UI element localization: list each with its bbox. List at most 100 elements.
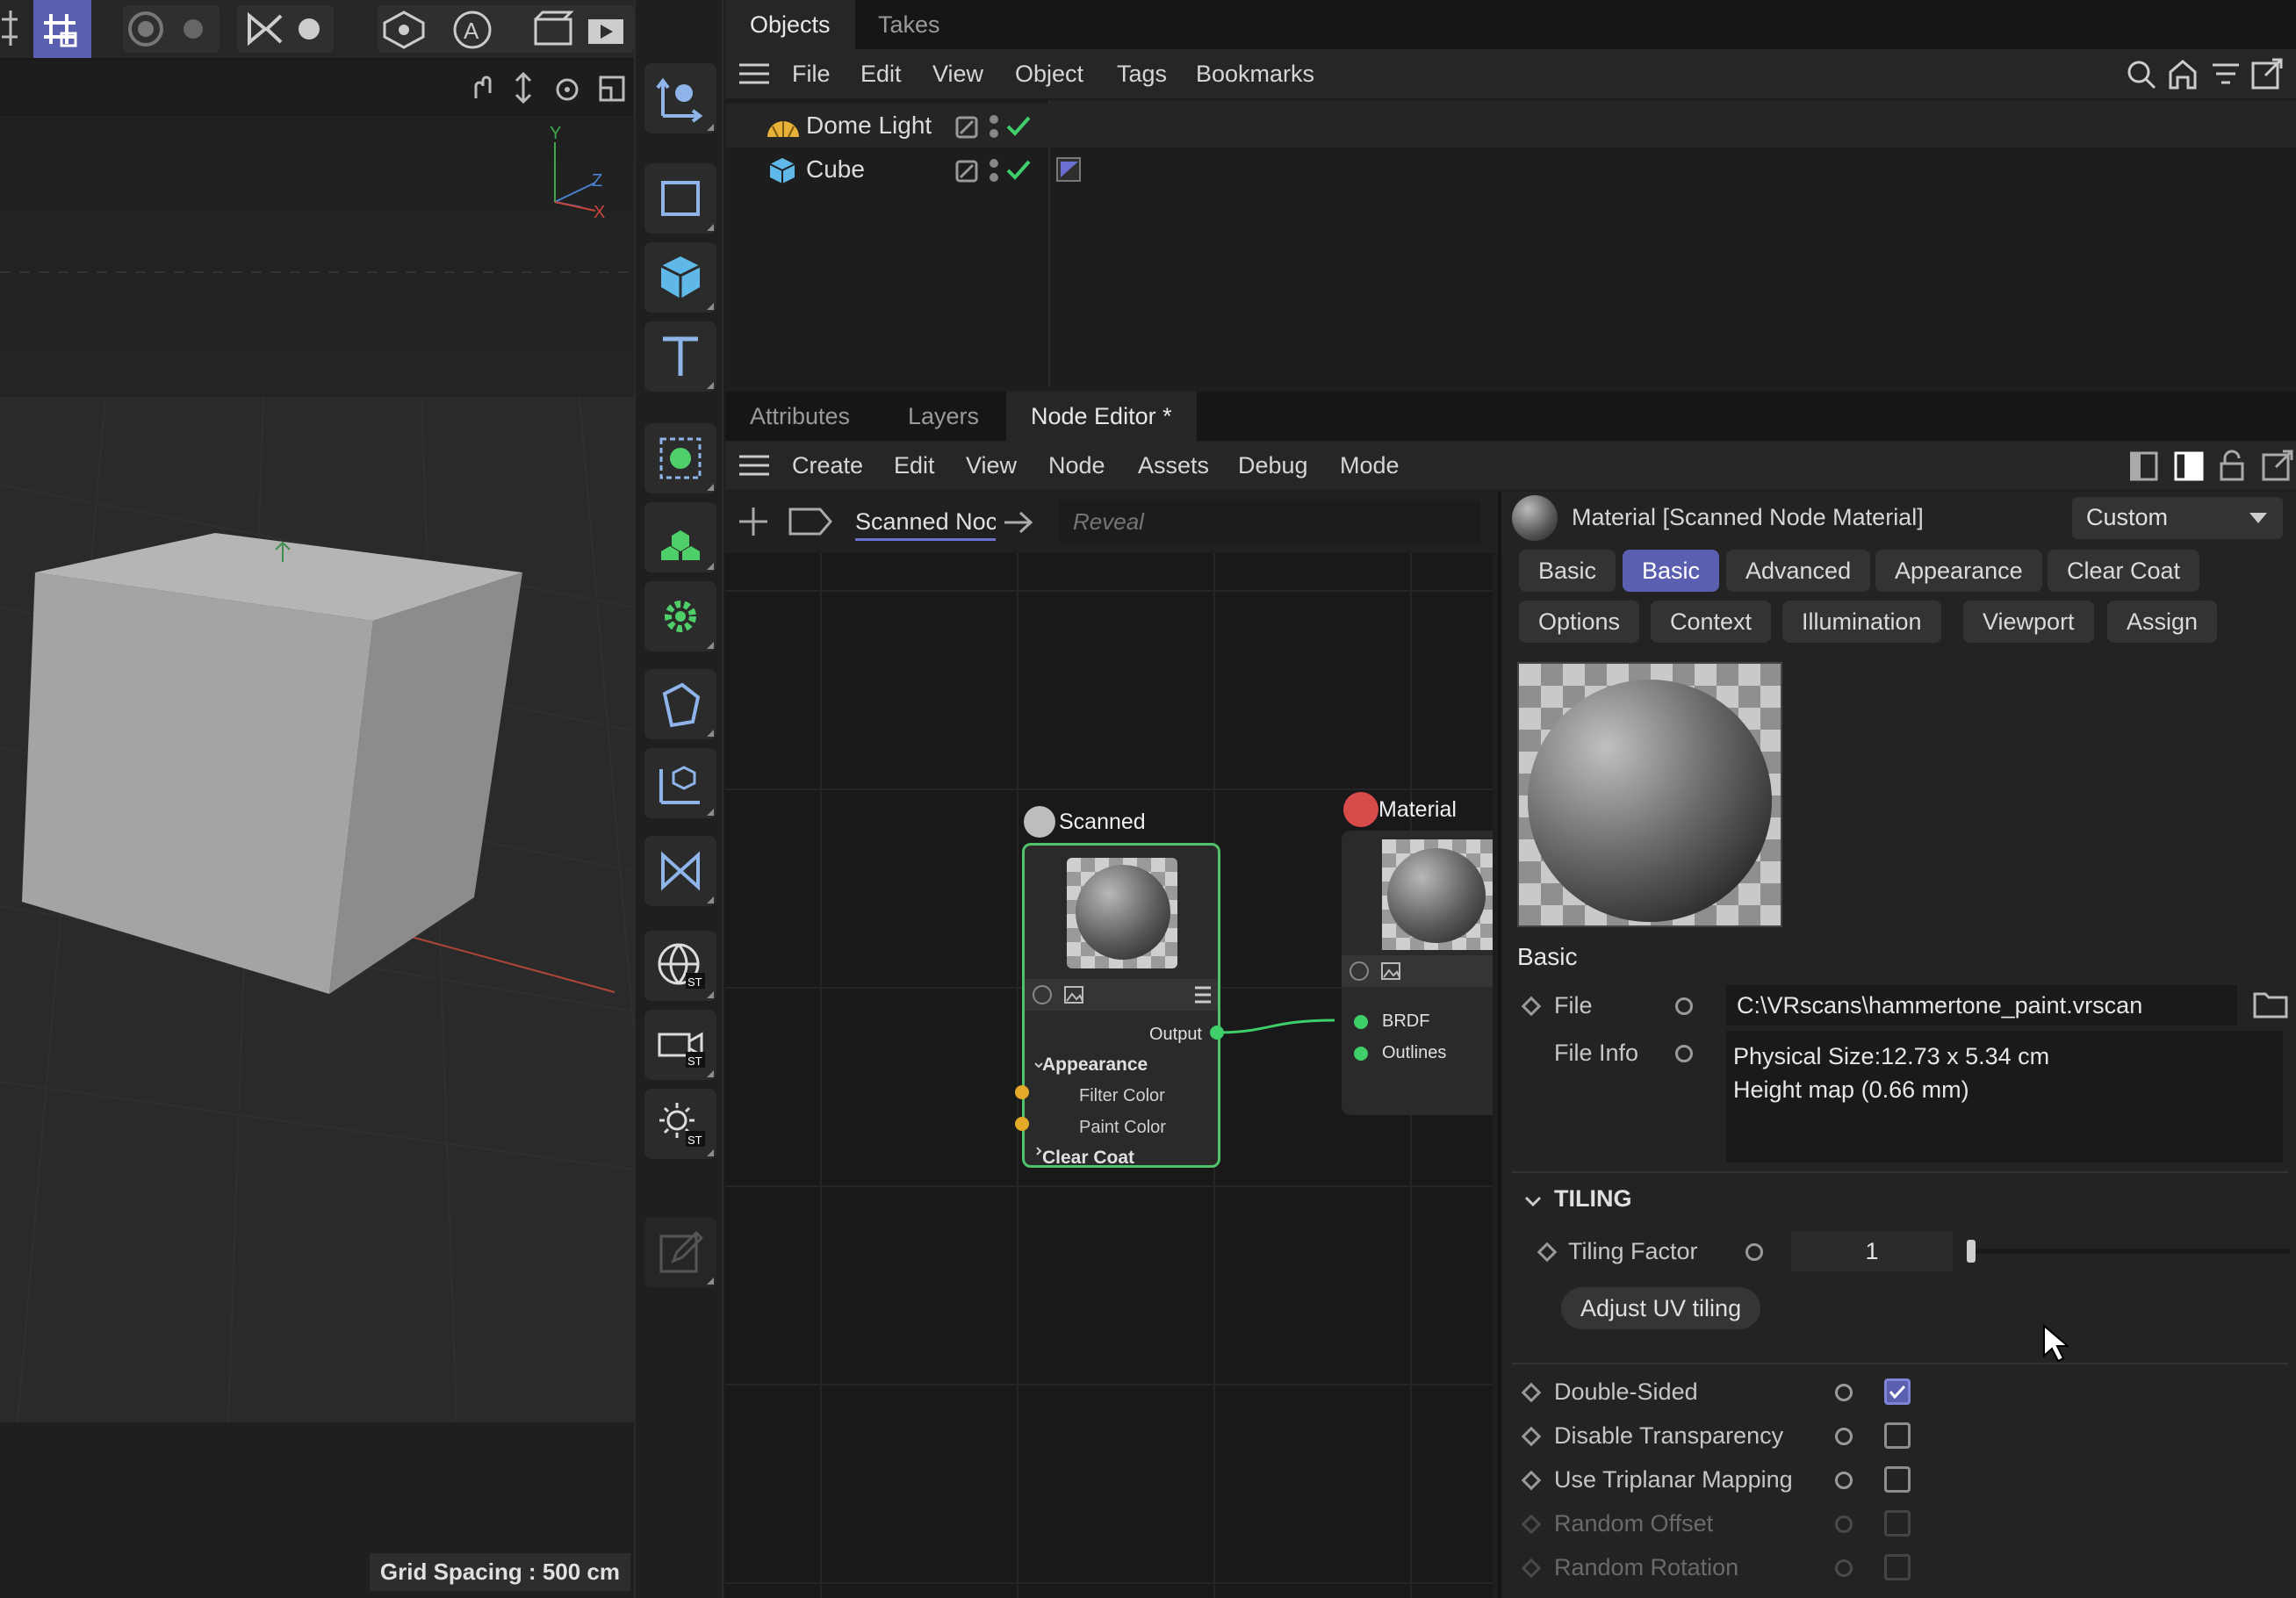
rectangle-tool-button[interactable] <box>644 163 716 234</box>
cloner-tool-button[interactable] <box>644 502 716 572</box>
node-graph-canvas[interactable]: Output Appearance Filter Color Paint Col… <box>725 553 1493 1598</box>
menu-tags[interactable]: Tags <box>1117 49 1167 98</box>
tab-options[interactable]: Options <box>1519 601 1640 643</box>
clear-coat-group-label[interactable]: Clear Coat <box>1042 1148 1134 1169</box>
menu-debug[interactable]: Debug <box>1238 441 1308 490</box>
object-row-dome-light[interactable]: Dome Light <box>725 104 2296 148</box>
workplane-button-group[interactable]: A <box>378 5 536 53</box>
viewport-nav-icons[interactable] <box>464 70 630 105</box>
viewport[interactable]: A Y Z X Grid Spacing: 500 cm <box>0 0 634 1598</box>
object-visibility-controls[interactable] <box>950 153 1038 188</box>
text-tool-button[interactable] <box>644 321 716 392</box>
tab-basic-1[interactable]: Basic <box>1519 550 1616 592</box>
triplanar-override-ring[interactable] <box>1835 1472 1853 1489</box>
file-info-override-ring[interactable] <box>1675 1045 1693 1062</box>
tiling-slider-handle[interactable] <box>1967 1240 1976 1263</box>
double-sided-animate-diamond[interactable] <box>1521 1382 1542 1403</box>
tab-appearance[interactable]: Appearance <box>1875 550 2042 592</box>
triplanar-animate-diamond[interactable] <box>1521 1470 1542 1491</box>
cube-tool-button[interactable] <box>644 242 716 313</box>
brdf-port[interactable] <box>1354 1015 1368 1029</box>
tab-assign[interactable]: Assign <box>2107 601 2218 643</box>
menu-file[interactable]: File <box>792 49 831 98</box>
filter-color-port[interactable] <box>1015 1085 1029 1099</box>
menu-create[interactable]: Create <box>792 441 863 490</box>
object-visibility-controls[interactable] <box>950 109 1038 144</box>
file-animate-diamond[interactable] <box>1521 996 1542 1017</box>
tab-takes[interactable]: Takes <box>853 0 965 49</box>
scanned-node[interactable]: Output Appearance Filter Color Paint Col… <box>1022 843 1220 1168</box>
tiling-factor-input[interactable]: 1 <box>1791 1231 1953 1271</box>
hamburger-menu-icon[interactable] <box>739 61 769 86</box>
tag-label-icon[interactable] <box>788 507 832 536</box>
add-node-icon[interactable] <box>738 506 769 537</box>
generator-tool-button[interactable] <box>644 581 716 651</box>
node-editor-header-icons[interactable] <box>2130 450 2296 483</box>
spline-tool-button[interactable] <box>644 836 716 906</box>
menu-object[interactable]: Object <box>1015 49 1083 98</box>
menu-node[interactable]: Node <box>1048 441 1105 490</box>
tab-layers[interactable]: Layers <box>883 392 1004 441</box>
environment-tool-button[interactable]: ST <box>644 931 716 1001</box>
triplanar-checkbox[interactable] <box>1884 1466 1911 1493</box>
tiling-section-header[interactable]: TILING <box>1554 1185 1632 1213</box>
arrow-right-icon[interactable] <box>1003 509 1034 536</box>
tab-basic-2[interactable]: Basic <box>1623 550 1720 592</box>
viewport-canvas[interactable]: Y Z X Grid Spacing : 500 cm <box>0 116 634 1598</box>
node-toolbar-icons[interactable] <box>1025 979 1218 1011</box>
hamburger-menu-icon[interactable] <box>739 453 769 478</box>
field-tool-button[interactable] <box>644 748 716 818</box>
folder-icon[interactable] <box>2253 990 2288 1019</box>
tiling-animate-diamond[interactable] <box>1537 1242 1558 1263</box>
menu-edit[interactable]: Edit <box>860 49 902 98</box>
tab-context[interactable]: Context <box>1651 601 1772 643</box>
file-override-ring[interactable] <box>1675 997 1693 1015</box>
disable-transparency-animate-diamond[interactable] <box>1521 1426 1542 1447</box>
file-path-field[interactable]: C:\VRscans\hammertone_paint.vrscan <box>1726 985 2237 1026</box>
reveal-search-input[interactable] <box>1059 500 1480 543</box>
menu-view[interactable]: View <box>966 441 1017 490</box>
menu-bookmarks[interactable]: Bookmarks <box>1196 49 1314 98</box>
tab-illumination[interactable]: Illumination <box>1782 601 1941 643</box>
camera-tool-button[interactable]: ST <box>644 1010 716 1080</box>
edit-tool-button[interactable] <box>644 1217 716 1287</box>
light-tool-button[interactable]: ST <box>644 1089 716 1159</box>
node-toolbar-icons[interactable] <box>1342 955 1493 987</box>
mode-dropdown[interactable]: Custom <box>2072 497 2283 539</box>
double-sided-override-ring[interactable] <box>1835 1384 1853 1401</box>
menu-assets[interactable]: Assets <box>1138 441 1209 490</box>
appearance-group-label[interactable]: Appearance <box>1042 1055 1148 1076</box>
breadcrumb[interactable]: Scanned Noc <box>855 502 996 541</box>
disable-transparency-checkbox[interactable] <box>1884 1422 1911 1449</box>
material-tag-icon[interactable] <box>1054 153 1085 184</box>
tiling-override-ring[interactable] <box>1745 1243 1763 1261</box>
grid-icon[interactable] <box>0 7 19 49</box>
snap-grid-button[interactable] <box>33 0 91 58</box>
tab-objects[interactable]: Objects <box>725 0 855 49</box>
render-button-group[interactable] <box>527 5 634 53</box>
material-node[interactable]: BRDF Outlines <box>1342 831 1493 1115</box>
tiling-slider-track[interactable] <box>1972 1249 2290 1254</box>
adjust-uv-tiling-button[interactable]: Adjust UV tiling <box>1561 1287 1761 1329</box>
select-tool-button[interactable] <box>644 63 716 133</box>
cube-object[interactable] <box>22 533 522 994</box>
tab-node-editor[interactable]: Node Editor * <box>1006 392 1197 441</box>
menu-view[interactable]: View <box>932 49 983 98</box>
objects-header-icons[interactable] <box>2125 58 2292 91</box>
tab-attributes[interactable]: Attributes <box>725 392 874 441</box>
menu-edit[interactable]: Edit <box>894 441 935 490</box>
chevron-down-icon[interactable] <box>1522 1191 1544 1212</box>
outlines-port[interactable] <box>1354 1047 1368 1061</box>
object-row-cube[interactable]: Cube <box>725 148 2296 191</box>
tab-advanced[interactable]: Advanced <box>1726 550 1871 592</box>
tab-viewport[interactable]: Viewport <box>1963 601 2094 643</box>
double-sided-checkbox[interactable] <box>1884 1378 1911 1405</box>
soft-selection-button[interactable] <box>123 5 220 53</box>
disable-transparency-override-ring[interactable] <box>1835 1428 1853 1445</box>
symmetry-button[interactable] <box>237 5 334 53</box>
paint-color-port[interactable] <box>1015 1117 1029 1131</box>
deformer-tool-button[interactable] <box>644 669 716 739</box>
tab-clear-coat[interactable]: Clear Coat <box>2048 550 2200 592</box>
point-tool-button[interactable] <box>644 423 716 493</box>
menu-mode[interactable]: Mode <box>1340 441 1400 490</box>
